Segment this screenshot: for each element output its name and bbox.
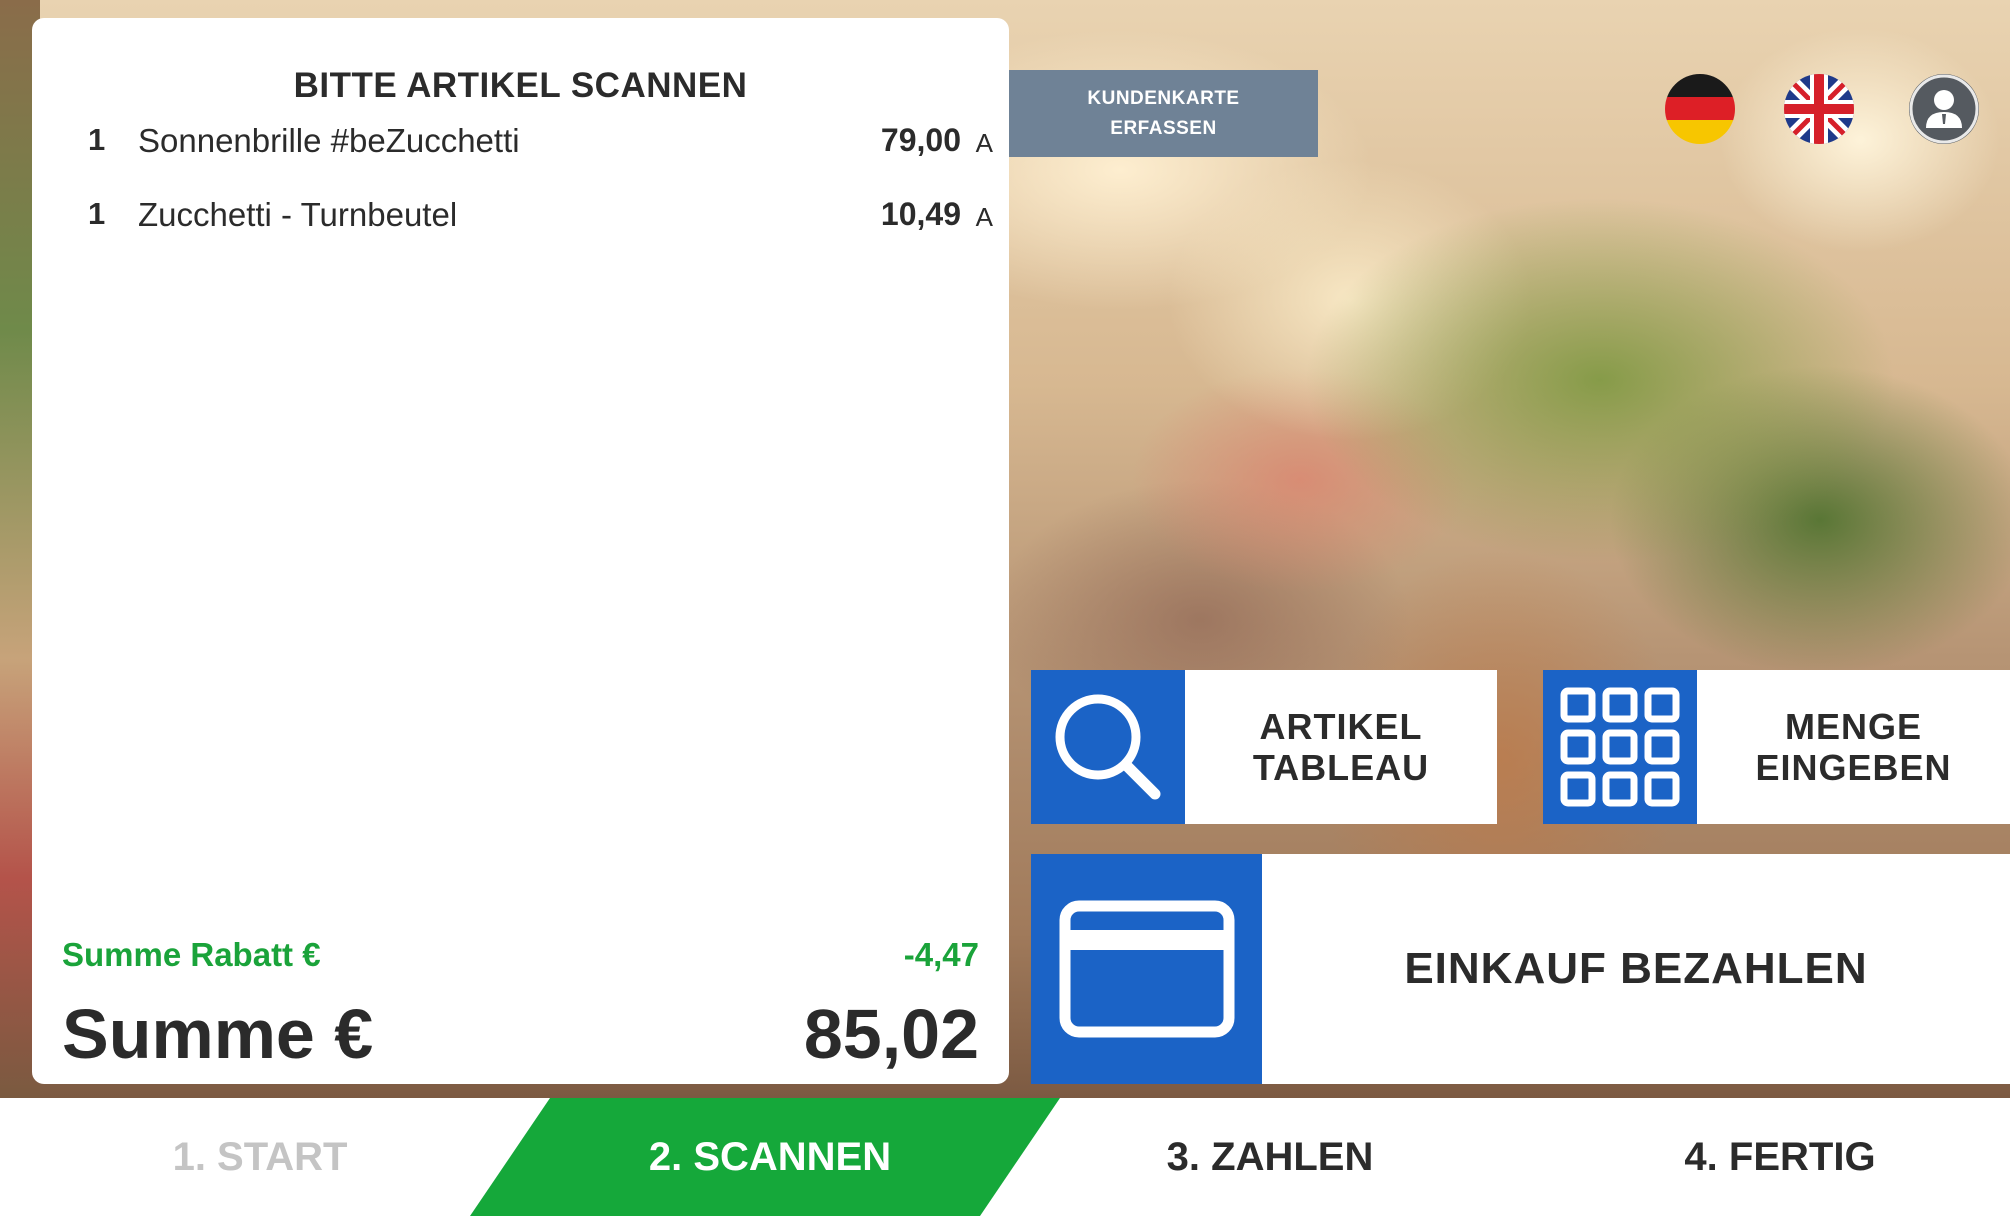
item-name: Sonnenbrille #beZucchetti	[138, 122, 520, 159]
receipt-item[interactable]: 1 Sonnenbrille #beZucchetti 79,00 A	[32, 122, 1009, 172]
total-value: 85,02	[803, 995, 979, 1073]
item-tax-code: A	[975, 202, 993, 232]
customer-card-label-line2: ERFASSEN	[1110, 117, 1217, 139]
pay-purchase-button[interactable]: EINKAUF BEZAHLEN	[1031, 854, 2010, 1084]
step-pay: 3. ZAHLEN	[1166, 1134, 1374, 1179]
customer-card-button[interactable]: KUNDENKARTE ERFASSEN	[1009, 70, 1318, 157]
user-icon[interactable]	[1909, 74, 1979, 144]
pay-purchase-label: EINKAUF BEZAHLEN	[1404, 944, 1868, 993]
uk-flag-icon[interactable]	[1784, 74, 1854, 144]
progress-steps: 1. START 2. SCANNEN 3. ZAHLEN 4. FERTIG	[0, 1098, 2010, 1216]
article-tableau-label: ARTIKEL TABLEAU	[1185, 670, 1497, 824]
article-tableau-label-line1: ARTIKEL	[1259, 706, 1423, 747]
step-scan: 2. SCANNEN	[648, 1134, 892, 1179]
receipt-title: BITTE ARTIKEL SCANNEN	[293, 66, 748, 105]
enter-quantity-label-line2: EINGEBEN	[1755, 747, 1952, 788]
step-done: 4. FERTIG	[1684, 1134, 1876, 1179]
item-price: 79,00	[880, 122, 961, 158]
enter-quantity-label: MENGE EINGEBEN	[1697, 670, 2010, 824]
keypad-grid-icon	[1543, 670, 1697, 824]
enter-quantity-button[interactable]: MENGE EINGEBEN	[1543, 670, 2010, 824]
step-start: 1. START	[172, 1134, 348, 1179]
item-price: 10,49	[880, 196, 961, 232]
item-name: Zucchetti - Turnbeutel	[138, 196, 458, 233]
discount-label: Summe Rabatt €	[62, 936, 321, 973]
article-tableau-label-line2: TABLEAU	[1252, 747, 1430, 788]
item-tax-code: A	[975, 128, 993, 158]
customer-card-label-line1: KUNDENKARTE	[1087, 87, 1240, 109]
search-icon	[1031, 670, 1185, 824]
receipt-panel: BITTE ARTIKEL SCANNEN 1 Sonnenbrille #be…	[32, 18, 1009, 1084]
enter-quantity-label-line1: MENGE	[1784, 706, 1922, 747]
german-flag-icon[interactable]	[1665, 74, 1735, 144]
credit-card-icon	[1031, 854, 1262, 1084]
total-label: Summe €	[62, 995, 374, 1073]
receipt-item[interactable]: 1 Zucchetti - Turnbeutel 10,49 A	[32, 196, 1009, 246]
discount-value: -4,47	[903, 936, 979, 973]
article-tableau-button[interactable]: ARTIKEL TABLEAU	[1031, 670, 1497, 824]
item-quantity: 1	[88, 122, 106, 157]
item-quantity: 1	[88, 196, 106, 231]
